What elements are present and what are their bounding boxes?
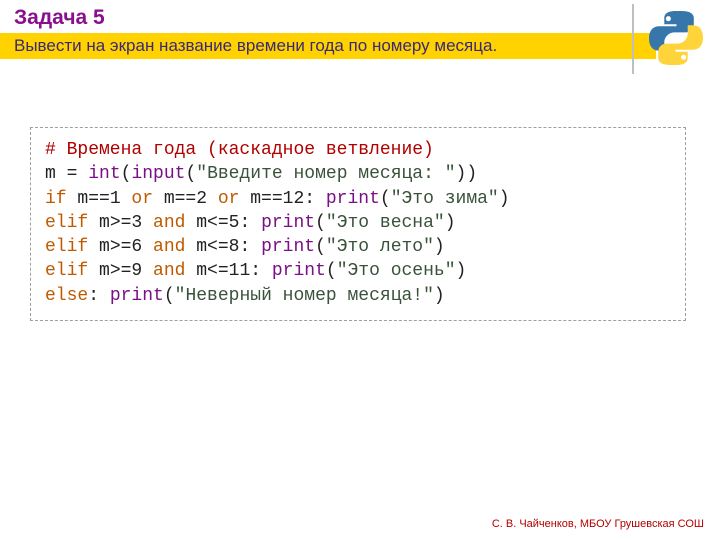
code-l2-input: input — [131, 164, 185, 184]
code-l2-d: )) — [456, 164, 478, 184]
code-l3-b: m==2 — [153, 189, 218, 209]
code-l3-or2: or — [218, 189, 240, 209]
task-title: Задача 5 — [14, 6, 105, 30]
task-subtitle: Вывести на экран название времени года п… — [14, 36, 497, 56]
divider — [632, 4, 634, 74]
code-l3-print: print — [326, 189, 380, 209]
code-l5-c: ( — [315, 237, 326, 257]
code-l5-and: and — [153, 237, 185, 257]
code-l3-a: m==1 — [67, 189, 132, 209]
code-l3-e: ) — [499, 189, 510, 209]
code-l7-a: : — [88, 286, 110, 306]
code-l7-str: "Неверный номер месяца!" — [175, 286, 434, 306]
code-l6-b: m<=11: — [185, 261, 271, 281]
code-l3-or1: or — [131, 189, 153, 209]
code-l4-b: m<=5: — [185, 213, 261, 233]
code-l4-and: and — [153, 213, 185, 233]
code-block: # Времена года (каскадное ветвление) m =… — [30, 127, 686, 321]
code-l5-d: ) — [434, 237, 445, 257]
code-l7-print: print — [110, 286, 164, 306]
code-l5-b: m<=8: — [185, 237, 261, 257]
code-l6-print: print — [272, 261, 326, 281]
code-l3-str: "Это зима" — [391, 189, 499, 209]
code-l4-d: ) — [445, 213, 456, 233]
code-l5-str: "Это лето" — [326, 237, 434, 257]
code-l5-print: print — [261, 237, 315, 257]
task-subtitle-bar: Вывести на экран название времени года п… — [0, 33, 656, 59]
code-comment: # Времена года (каскадное ветвление) — [45, 140, 434, 160]
code-l2-c: ( — [185, 164, 196, 184]
code-l3-c: m==12: — [239, 189, 325, 209]
code-l4-print: print — [261, 213, 315, 233]
code-l7-b: ( — [164, 286, 175, 306]
code-l7-c: ) — [434, 286, 445, 306]
code-l2-int: int — [88, 164, 120, 184]
code-l7-else: else — [45, 286, 88, 306]
footer-credit: С. В. Чайченков, МБОУ Грушевская СОШ — [492, 518, 704, 530]
code-l6-d: ) — [456, 261, 467, 281]
code-l4-a: m>=3 — [88, 213, 153, 233]
code-l5-a: m>=6 — [88, 237, 153, 257]
code-l6-c: ( — [326, 261, 337, 281]
code-l4-str: "Это весна" — [326, 213, 445, 233]
code-l6-str: "Это осень" — [337, 261, 456, 281]
code-l2-b: ( — [121, 164, 132, 184]
code-l6-and: and — [153, 261, 185, 281]
code-l6-a: m>=9 — [88, 261, 153, 281]
code-l6-elif: elif — [45, 261, 88, 281]
code-l4-c: ( — [315, 213, 326, 233]
code-l2-a: m = — [45, 164, 88, 184]
python-logo-icon — [648, 10, 704, 66]
code-l2-str: "Введите номер месяца: " — [196, 164, 455, 184]
code-l4-elif: elif — [45, 213, 88, 233]
code-l3-if: if — [45, 189, 67, 209]
code-l3-d: ( — [380, 189, 391, 209]
code-l5-elif: elif — [45, 237, 88, 257]
